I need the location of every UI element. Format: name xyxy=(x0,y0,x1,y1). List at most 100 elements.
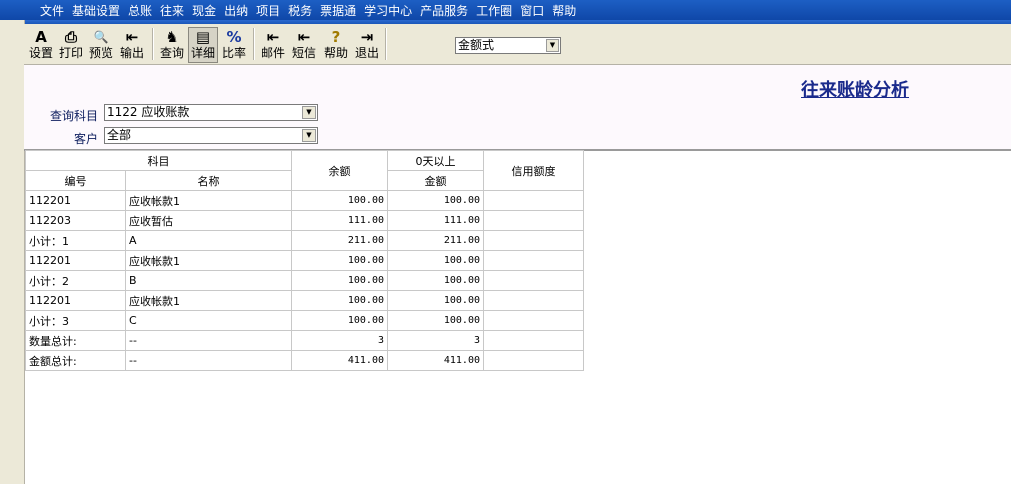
cell-name: 应收帐款1 xyxy=(125,250,292,271)
table-row[interactable]: 112201 应收帐款1 100.00 100.00 xyxy=(25,250,584,271)
chevron-down-icon[interactable]: ▼ xyxy=(302,106,316,119)
cell-code: 金额总计: xyxy=(25,350,126,371)
cell-credit-limit xyxy=(483,210,584,231)
cell-credit-limit xyxy=(483,310,584,331)
cell-name: 应收帐款1 xyxy=(125,190,292,211)
exit-icon: ⇥ xyxy=(360,28,374,46)
print-button[interactable]: ⎙ 打印 xyxy=(57,28,85,62)
menu-window[interactable]: 窗口 xyxy=(520,2,544,19)
subject-select[interactable]: 1122 应收账款 ▼ xyxy=(104,104,318,121)
header-aging[interactable]: 0天以上 xyxy=(387,150,484,171)
chevron-down-icon[interactable]: ▼ xyxy=(302,129,316,142)
cell-balance: 100.00 xyxy=(291,270,388,291)
table-row[interactable]: 112203 应收暂估 111.00 111.00 xyxy=(25,210,584,231)
table-row[interactable]: 112201 应收帐款1 100.00 100.00 xyxy=(25,190,584,211)
help-icon: ? xyxy=(331,28,341,46)
cell-credit-limit xyxy=(483,190,584,211)
settings-label: 设置 xyxy=(28,46,53,60)
menu-cashier[interactable]: 出纳 xyxy=(224,2,248,19)
cell-credit-limit xyxy=(483,290,584,311)
ratio-button[interactable]: % 比率 xyxy=(220,28,248,62)
email-label: 邮件 xyxy=(260,46,285,60)
menu-file[interactable]: 文件 xyxy=(40,2,64,19)
cell-balance: 100.00 xyxy=(291,310,388,331)
sms-button[interactable]: ⇤ 短信 xyxy=(290,28,318,62)
menu-receivables-payables[interactable]: 往来 xyxy=(160,2,184,19)
binoculars-icon: ♞ xyxy=(165,28,179,46)
cell-name: -- xyxy=(125,350,292,371)
cell-code: 112201 xyxy=(25,290,126,311)
menu-bar: 文件 基础设置 总账 往来 现金 出纳 项目 税务 票据通 学习中心 产品服务 … xyxy=(0,0,1011,20)
cell-code: 小计：1 xyxy=(25,230,126,251)
customer-select[interactable]: 全部 ▼ xyxy=(104,127,318,144)
email-button[interactable]: ⇤ 邮件 xyxy=(259,28,287,62)
aging-table: 科目 余额 0天以上 信用额度 编号 名称 金额 112201 应收帐款1 100.… xyxy=(25,150,584,371)
table-row[interactable]: 金额总计: -- 411.00 411.00 xyxy=(25,350,584,371)
export-button[interactable]: ⇤ 输出 xyxy=(118,28,146,62)
menu-learning-center[interactable]: 学习中心 xyxy=(364,2,412,19)
detail-button[interactable]: ▤ 详细 xyxy=(188,27,218,63)
cell-amount: 111.00 xyxy=(387,210,484,231)
table-row[interactable]: 小计：2 B 100.00 100.00 xyxy=(25,270,584,291)
cell-amount: 100.00 xyxy=(387,190,484,211)
exit-button[interactable]: ⇥ 退出 xyxy=(353,28,381,62)
cell-name: -- xyxy=(125,330,292,351)
menu-basic-settings[interactable]: 基础设置 xyxy=(72,2,120,19)
table-row[interactable]: 数量总计: -- 3 3 xyxy=(25,330,584,351)
menu-product-services[interactable]: 产品服务 xyxy=(420,2,468,19)
menu-bills[interactable]: 票据通 xyxy=(320,2,356,19)
display-mode-value: 金额式 xyxy=(458,38,495,52)
menu-cash[interactable]: 现金 xyxy=(192,2,216,19)
menu-general-ledger[interactable]: 总账 xyxy=(128,2,152,19)
menu-help[interactable]: 帮助 xyxy=(552,2,576,19)
toolbar-separator xyxy=(253,28,255,60)
help-label: 帮助 xyxy=(323,46,348,60)
header-balance[interactable]: 余额 xyxy=(291,150,388,191)
cell-name: 应收帐款1 xyxy=(125,290,292,311)
left-panel xyxy=(0,20,25,484)
menu-project[interactable]: 项目 xyxy=(256,2,280,19)
sms-label: 短信 xyxy=(291,46,316,60)
table-row[interactable]: 小计：1 A 211.00 211.00 xyxy=(25,230,584,251)
menu-work-circle[interactable]: 工作圈 xyxy=(476,2,512,19)
cell-name: 应收暂估 xyxy=(125,210,292,231)
cell-code: 小计：2 xyxy=(25,270,126,291)
header-credit-limit[interactable]: 信用额度 xyxy=(483,150,584,191)
cell-amount: 211.00 xyxy=(387,230,484,251)
cell-amount: 3 xyxy=(387,330,484,351)
cell-code: 112201 xyxy=(25,190,126,211)
settings-icon: A xyxy=(35,28,47,46)
cell-credit-limit xyxy=(483,230,584,251)
preview-label: 预览 xyxy=(88,46,113,60)
display-mode-select[interactable]: 金额式 ▼ xyxy=(455,37,561,54)
table-row[interactable]: 112201 应收帐款1 100.00 100.00 xyxy=(25,290,584,311)
detail-icon: ▤ xyxy=(195,28,211,46)
header-code[interactable]: 编号 xyxy=(25,170,126,191)
cell-credit-limit xyxy=(483,270,584,291)
menu-tax[interactable]: 税务 xyxy=(288,2,312,19)
help-button[interactable]: ? 帮助 xyxy=(322,28,350,62)
settings-button[interactable]: A 设置 xyxy=(28,28,54,62)
cell-balance: 211.00 xyxy=(291,230,388,251)
exit-label: 退出 xyxy=(354,46,379,60)
cell-credit-limit xyxy=(483,250,584,271)
table-row[interactable]: 小计：3 C 100.00 100.00 xyxy=(25,310,584,331)
toolbar-separator xyxy=(385,28,387,60)
chevron-down-icon[interactable]: ▼ xyxy=(546,39,559,52)
email-icon: ⇤ xyxy=(266,28,280,46)
cell-amount: 411.00 xyxy=(387,350,484,371)
query-button[interactable]: ♞ 查询 xyxy=(158,28,186,62)
cell-amount: 100.00 xyxy=(387,290,484,311)
export-label: 输出 xyxy=(119,46,144,60)
percent-icon: % xyxy=(226,28,242,46)
header-subject[interactable]: 科目 xyxy=(25,150,292,171)
preview-button[interactable]: 🔍 预览 xyxy=(87,28,115,62)
cell-balance: 100.00 xyxy=(291,250,388,271)
customer-label: 客户 xyxy=(73,132,98,146)
cell-name: B xyxy=(125,270,292,291)
customer-value: 全部 xyxy=(107,128,132,142)
header-name[interactable]: 名称 xyxy=(125,170,292,191)
header-amount[interactable]: 金额 xyxy=(387,170,484,191)
cell-credit-limit xyxy=(483,350,584,371)
cell-credit-limit xyxy=(483,330,584,351)
